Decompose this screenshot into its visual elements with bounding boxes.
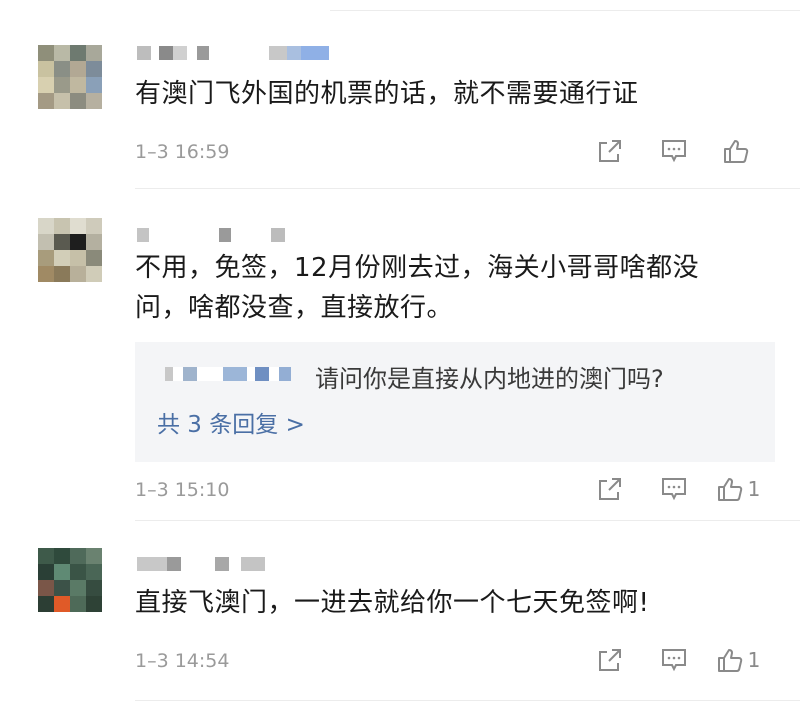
share-icon [599,478,621,500]
avatar[interactable] [38,218,102,282]
comment-time: 1–3 14:54 [135,650,230,672]
comment-text-line1: 不用，免签，12月份刚去过，海关小哥哥啥都没 [135,253,700,283]
comment-item: 有澳门飞外国的机票的话，就不需要通行证 1–3 16:59 [0,0,800,190]
comment-text: 有澳门飞外国的机票的话，就不需要通行证 [135,79,639,109]
reply-preview-box[interactable]: 请问你是直接从内地进的澳门吗? 共 3 条回复 > [135,342,775,462]
like-button[interactable] [706,136,770,166]
comment-icon [662,478,686,501]
comment-actions [578,136,770,166]
comment-text: 直接飞澳门，一进去就给你一个七天免签啊! [135,588,650,618]
share-icon [599,649,621,671]
share-icon [599,140,621,162]
comment-actions: 1 [578,474,770,504]
comment-icon [662,649,686,672]
comment-divider [135,188,800,189]
comment-time: 1–3 15:10 [135,479,230,501]
bottom-divider [135,700,800,701]
reply-preview-text: 请问你是直接从内地进的澳门吗? [315,365,664,393]
thumbs-up-icon [717,478,742,501]
comment-text-line2: 问，啥都没查，直接放行。 [135,293,454,323]
thumbs-up-icon [717,649,742,672]
comment-actions: 1 [578,645,770,675]
username[interactable] [137,557,265,571]
like-button[interactable]: 1 [706,474,770,504]
like-count: 1 [747,648,761,672]
share-button[interactable] [578,474,642,504]
view-replies-link[interactable]: 共 3 条回复 > [157,405,305,439]
thumbs-up-icon [724,140,749,163]
username[interactable] [137,46,329,60]
like-count: 1 [747,477,761,501]
comment-button[interactable] [642,136,706,166]
like-button[interactable]: 1 [706,645,770,675]
comment-item: 不用，免签，12月份刚去过，海关小哥哥啥都没 问，啥都没查，直接放行。 请问你是… [0,190,800,520]
comment-button[interactable] [642,645,706,675]
comment-time: 1–3 16:59 [135,141,230,163]
share-button[interactable] [578,136,642,166]
reply-username[interactable] [165,367,291,381]
comment-item: 直接飞澳门，一进去就给你一个七天免签啊! 1–3 14:54 1 [0,520,800,705]
avatar[interactable] [38,45,102,109]
comment-icon [662,140,686,163]
share-button[interactable] [578,645,642,675]
avatar[interactable] [38,548,102,612]
username[interactable] [137,228,285,242]
comment-button[interactable] [642,474,706,504]
